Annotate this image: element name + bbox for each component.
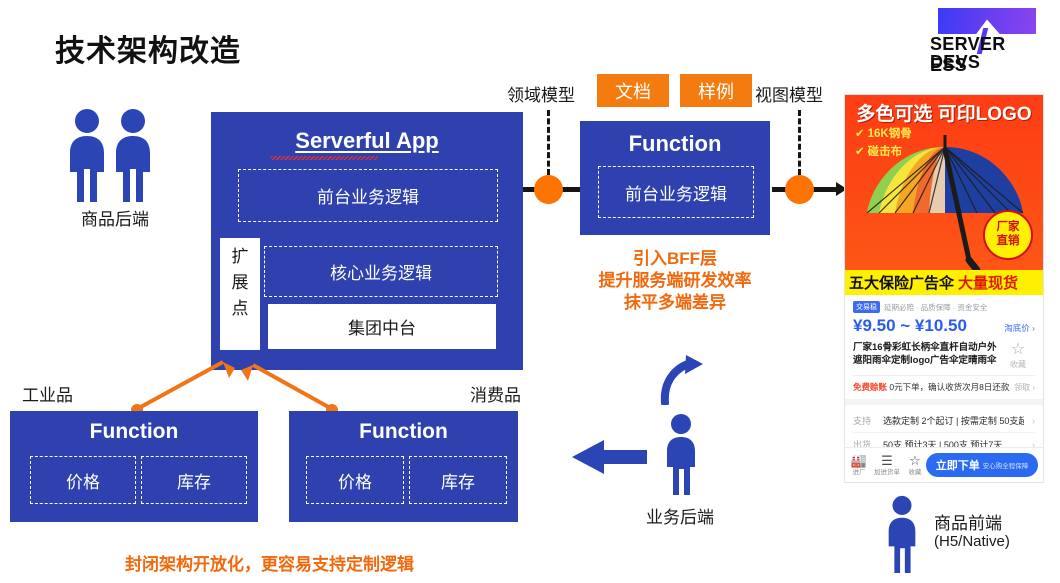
serverless-devs-logo: SERVERESS DEVS — [930, 8, 1042, 75]
stamp-line-2: 直销 — [996, 235, 1020, 247]
buy-now-sublabel: 安心购全程保障 — [982, 463, 1029, 470]
hero-bottom-band: 五大保险广告伞 大量现货 — [845, 270, 1043, 295]
logo-text-line2: DEVS — [930, 52, 981, 72]
function-right-caption: 消费品 — [470, 386, 521, 405]
star-icon: ☆ — [909, 452, 921, 468]
doc-chip-label: 文档 — [615, 81, 651, 102]
buy-now-label: 立即下单 — [935, 460, 980, 472]
function-left-caption: 工业品 — [22, 386, 73, 405]
function-left-price-box: 价格 — [30, 456, 136, 504]
front-logic-box: 前台业务逻辑 — [238, 169, 498, 222]
nav-item-favorite[interactable]: ☆ 收藏 — [901, 452, 929, 477]
extension-point-label: 扩展点 — [231, 247, 249, 318]
product-card: 多色可选 可印LOGO ✔ 16K钢骨 ✔ 碰击布 厂家 直销 五大保险广告伞 … — [845, 95, 1043, 482]
nav-label: 进厂 — [852, 468, 866, 476]
biz-actor-icon — [658, 412, 704, 496]
domain-dash-connector — [547, 110, 550, 175]
doc-chip[interactable]: 文档 — [597, 74, 669, 107]
bff-note-line2: 提升服务端研发效率 — [598, 271, 752, 290]
slide-canvas: 技术架构改造 SERVERESS DEVS 商品后端 Serverful App… — [0, 0, 1060, 583]
price-row: ¥9.50 ~ ¥10.50 淘底价 › — [853, 316, 1035, 336]
price-value: ¥9.50 ~ ¥10.50 — [853, 316, 967, 335]
front-logic-label: 前台业务逻辑 — [317, 188, 419, 207]
sample-chip[interactable]: 样例 — [680, 74, 752, 107]
factory-direct-stamp: 厂家 直销 — [982, 209, 1034, 261]
sample-chip-label: 样例 — [698, 81, 734, 102]
nav-label: 收藏 — [908, 468, 922, 476]
chevron-right-icon: › — [1032, 415, 1035, 426]
bottom-note: 封闭架构开放化，更容易支持定制逻辑 — [125, 555, 414, 574]
two-people-icon — [60, 105, 170, 205]
product-title: 厂家16骨彩虹长柄伞直杆自动户外遮阳雨伞定制logo广告伞定晴雨伞 — [853, 342, 997, 366]
function-right-box: Function 价格 库存 — [289, 411, 518, 522]
left-actor-label: 商品后端 — [81, 210, 149, 229]
function-right-price-box: 价格 — [306, 456, 404, 504]
factory-icon: 🏭 — [850, 452, 868, 468]
serverful-app-title: Serverful App — [211, 128, 523, 154]
hero-band-right: 大量现货 — [958, 275, 1019, 292]
function-left-title: Function — [89, 420, 179, 443]
logo-text-server: SERVER — [930, 34, 1006, 54]
nav-item-factory[interactable]: 🏭 进厂 — [845, 452, 873, 477]
nav-item-list[interactable]: ☰ 加进货单 — [873, 452, 901, 477]
function-center-front-logic-box: 前台业务逻辑 — [598, 166, 754, 218]
function-left-box: Function 价格 库存 — [10, 411, 258, 522]
spec-value: 选款定制 2个起订 | 按需定制 50支起订 — [883, 416, 1024, 426]
connector-dot-right — [785, 175, 814, 204]
function-right-stock-box: 库存 — [409, 456, 507, 504]
product-hero-image: 多色可选 可印LOGO ✔ 16K钢骨 ✔ 碰击布 厂家 直销 五大保险广告伞 … — [845, 95, 1043, 295]
credit-text-wrap: 免费赊账 0元下单，确认收货次月8日还款 — [853, 381, 1009, 393]
core-logic-label: 核心业务逻辑 — [330, 264, 432, 283]
credit-row[interactable]: 免费赊账 0元下单，确认收货次月8日还款 领取 › — [853, 375, 1035, 393]
hero-headline: 多色可选 可印LOGO — [856, 104, 1032, 125]
spellcheck-squiggle-icon — [271, 156, 378, 160]
front-actor-sublabel: (H5/Native) — [934, 533, 1010, 550]
spec-key: 支持 — [853, 416, 872, 426]
domain-model-label: 领域模型 — [507, 86, 575, 105]
product-bottom-bar: 🏭 进厂 ☰ 加进货单 ☆ 收藏 ◯ 淘单 立即下单 安心购全程保障 — [845, 447, 1043, 482]
function-right-stock-label: 库存 — [441, 472, 475, 492]
assurance-tag: 交易稳 — [853, 301, 880, 313]
list-icon: ☰ — [881, 452, 893, 468]
assurance-text: 延期必赔 · 品质保障 · 资金安全 — [884, 302, 988, 312]
function-center-front-logic-label: 前台业务逻辑 — [625, 184, 727, 204]
stamp-line-1: 厂家 — [996, 221, 1020, 233]
bff-note-line3: 抹平多端差异 — [624, 293, 726, 312]
credit-text: 0元下单，确认收货次月8日还款 — [889, 382, 1010, 392]
function-left-stock-label: 库存 — [177, 472, 211, 492]
credit-action[interactable]: 领取 › — [1014, 382, 1035, 393]
connector-dot-left — [534, 175, 563, 204]
price-compare-link[interactable]: 淘底价 › — [1004, 322, 1035, 334]
page-title: 技术架构改造 — [55, 35, 241, 68]
view-dash-connector — [798, 110, 801, 175]
function-center-box: Function 前台业务逻辑 — [580, 121, 770, 235]
serverful-word: Serverful App — [295, 128, 439, 153]
buy-now-button[interactable]: 立即下单 安心购全程保障 — [926, 453, 1038, 477]
front-actor-label: 商品前端 — [934, 514, 1002, 533]
favorite-button[interactable]: ☆ 收藏 — [1001, 341, 1035, 370]
core-logic-box: 核心业务逻辑 — [264, 246, 498, 297]
spec-row[interactable]: 支持 选款定制 2个起订 | 按需定制 50支起订 › — [853, 409, 1035, 433]
bff-note-line1: 引入BFF层 — [632, 249, 718, 268]
function-right-title: Function — [359, 420, 448, 443]
nav-label: 加进货单 — [874, 468, 900, 476]
function-right-price-label: 价格 — [338, 472, 372, 492]
front-actor-icon — [880, 494, 924, 574]
favorite-label: 收藏 — [1010, 360, 1026, 369]
function-left-price-label: 价格 — [66, 472, 100, 492]
price-section: 交易稳 延期必赔 · 品质保障 · 资金安全 ¥9.50 ~ ¥10.50 淘底… — [845, 295, 1043, 399]
star-icon: ☆ — [1010, 341, 1026, 358]
bff-note: 引入BFF层 提升服务端研发效率 抹平多端差异 — [580, 248, 770, 314]
hero-band-left: 五大保险广告伞 — [849, 275, 955, 292]
function-left-stock-box: 库存 — [141, 456, 247, 504]
curved-up-arrow-icon — [660, 355, 703, 405]
assurance-tagline: 交易稳 延期必赔 · 品质保障 · 资金安全 — [853, 301, 1035, 313]
biz-actor-label: 业务后端 — [646, 508, 714, 527]
credit-highlight: 免费赊账 — [853, 382, 888, 392]
title-row: 厂家16骨彩虹长柄伞直杆自动户外遮阳雨伞定制logo广告伞定晴雨伞 ☆ 收藏 — [853, 341, 1035, 370]
view-model-label: 视图模型 — [755, 86, 823, 105]
function-center-title: Function — [628, 131, 722, 156]
left-arrow-icon — [572, 440, 647, 474]
